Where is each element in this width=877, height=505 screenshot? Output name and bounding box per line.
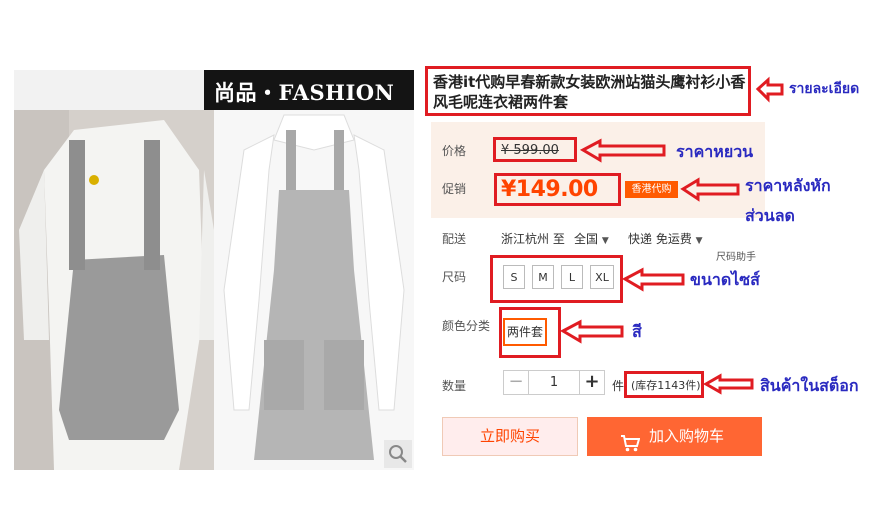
annotation-details: รายละเอียด (789, 81, 860, 97)
annotation-size: ขนาดไซส์ (690, 270, 760, 289)
annotation-stock: สินค้าในสต็อก (760, 376, 859, 395)
annotation-arrows (559, 76, 784, 395)
annotation-original-price: ราคาหยวน (676, 142, 754, 161)
annotation-discount-price-line1: ราคาหลังหัก (745, 176, 831, 195)
annotation-discount-price-line2: ส่วนลด (745, 206, 795, 225)
annotation-color: สี (632, 322, 642, 341)
